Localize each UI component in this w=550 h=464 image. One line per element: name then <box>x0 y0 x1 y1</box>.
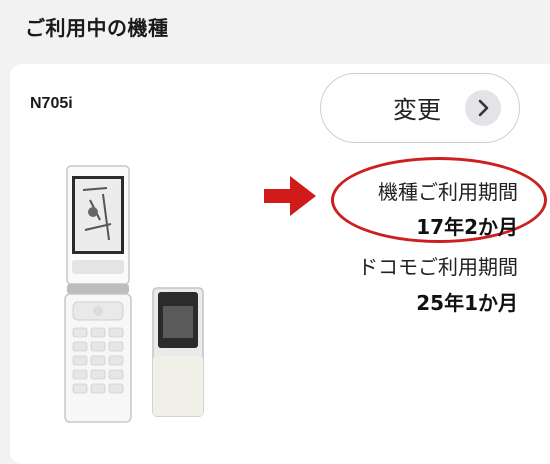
red-arrow-icon <box>264 176 316 216</box>
device-model-name: N705i <box>30 95 73 112</box>
chevron-right-icon <box>465 90 501 126</box>
device-usage-period-value: 17年2か月 <box>416 215 518 239</box>
docomo-usage-period-label: ドコモご利用期間 <box>358 255 518 279</box>
section-title: ご利用中の機種 <box>25 16 169 40</box>
device-usage-period-label: 機種ご利用期間 <box>378 180 518 204</box>
change-button-label: 変更 <box>393 96 441 124</box>
change-device-button[interactable]: 変更 <box>320 73 520 143</box>
docomo-usage-period-value: 25年1か月 <box>416 291 518 315</box>
phone-image <box>64 165 204 423</box>
